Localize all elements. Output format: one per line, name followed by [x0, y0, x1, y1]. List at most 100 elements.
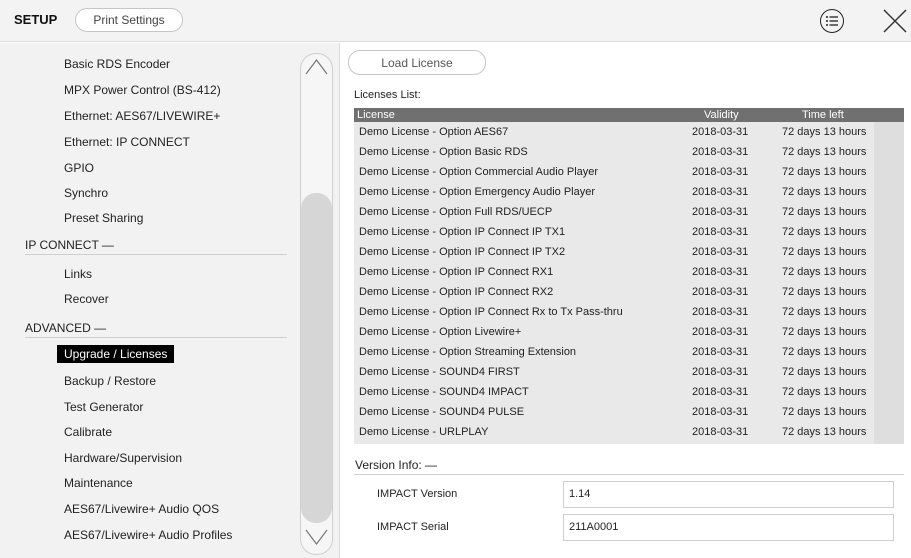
table-row[interactable]: Demo License - Option IP Connect RX1 2018… [354, 263, 904, 282]
license-time-left: 72 days 13 hours [782, 306, 867, 318]
sidebar-item-calibrate[interactable]: Calibrate [64, 425, 112, 439]
license-validity: 2018-03-31 [692, 186, 749, 198]
license-time-left: 72 days 13 hours [782, 226, 867, 238]
sidebar-item-links[interactable]: Links [64, 267, 92, 281]
table-row[interactable]: Demo License - Option Livewire+ 2018-03-3… [354, 323, 904, 342]
sidebar-item-recover[interactable]: Recover [64, 292, 109, 306]
sidebar-item-synchro[interactable]: Synchro [64, 186, 108, 200]
license-validity: 2018-03-31 [692, 226, 749, 238]
sidebar-item-preset-sharing[interactable]: Preset Sharing [64, 211, 143, 225]
sidebar-item-mpx-power-control[interactable]: MPX Power Control (BS-412) [64, 83, 221, 97]
license-name: Demo License - Option Basic RDS [359, 146, 528, 158]
table-row[interactable]: Demo License - SOUND4 PULSE 2018-03-31 72 … [354, 403, 904, 422]
license-time-left: 72 days 13 hours [782, 166, 867, 178]
sidebar-item-aes67-audio-profiles[interactable]: AES67/Livewire+ Audio Profiles [64, 528, 232, 542]
table-row[interactable]: Demo License - SOUND4 IMPACT 2018-03-31 72… [354, 383, 904, 402]
table-row[interactable]: Demo License - Option IP Connect IP TX1 2… [354, 223, 904, 242]
license-validity: 2018-03-31 [692, 206, 749, 218]
sidebar-item-basic-rds-encoder[interactable]: Basic RDS Encoder [64, 57, 170, 71]
sidebar: Basic RDS Encoder MPX Power Control (BS-… [0, 43, 340, 558]
top-bar: SETUP Print Settings [0, 0, 911, 42]
sidebar-scroll-thumb[interactable] [301, 193, 332, 523]
license-time-left: 72 days 13 hours [782, 346, 867, 358]
sidebar-item-maintenance[interactable]: Maintenance [64, 476, 133, 490]
table-row[interactable]: Demo License - Option IP Connect IP TX2 2… [354, 243, 904, 262]
column-header-validity[interactable]: Validity [704, 108, 739, 122]
close-icon[interactable] [882, 8, 908, 34]
table-row[interactable]: Demo License - Option Emergency Audio Pl… [354, 183, 904, 202]
license-validity: 2018-03-31 [692, 286, 749, 298]
column-header-license[interactable]: License [357, 108, 395, 122]
license-time-left: 72 days 13 hours [782, 146, 867, 158]
license-name: Demo License - URLPLAY [359, 426, 489, 438]
license-time-left: 72 days 13 hours [782, 126, 867, 138]
license-name: Demo License - SOUND4 PULSE [359, 406, 525, 418]
table-header: License Validity Time left [354, 108, 904, 122]
column-header-time-left[interactable]: Time left [802, 108, 844, 122]
sidebar-item-ethernet-ip-connect[interactable]: Ethernet: IP CONNECT [64, 135, 190, 149]
license-name: Demo License - Option IP Connect IP TX1 [359, 226, 566, 238]
license-name: Demo License - Option IP Connect Rx to T… [359, 306, 623, 318]
table-row[interactable]: Demo License - Option Basic RDS 2018-03-3… [354, 143, 904, 162]
setup-title: SETUP [14, 12, 58, 27]
license-name: Demo License - Option Livewire+ [359, 326, 522, 338]
license-name: Demo License - Option Streaming Extensio… [359, 346, 577, 358]
license-validity: 2018-03-31 [692, 406, 749, 418]
license-name: Demo License - Option IP Connect RX1 [359, 266, 554, 278]
version-info-label: Version Info: — [355, 458, 438, 472]
sidebar-item-hardware-supervision[interactable]: Hardware/Supervision [64, 451, 182, 465]
table-row[interactable]: Demo License - URLPLAY 2018-03-31 72 days … [354, 423, 904, 442]
licenses-table: License Validity Time left Demo License … [354, 108, 904, 444]
load-license-button[interactable]: Load License [348, 50, 486, 75]
sidebar-item-upgrade-licenses[interactable]: Upgrade / Licenses [57, 345, 175, 363]
impact-version-field[interactable]: 1.14 [563, 481, 894, 508]
table-row[interactable]: Demo License - Option Full RDS/UECP 2018-… [354, 203, 904, 222]
table-row[interactable]: Demo License - Option IP Connect Rx to T… [354, 303, 904, 322]
license-time-left: 72 days 13 hours [782, 386, 867, 398]
license-name: Demo License - Option Full RDS/UECP [359, 206, 553, 218]
license-time-left: 72 days 13 hours [782, 366, 867, 378]
table-row[interactable]: Demo License - Option Streaming Extensio… [354, 343, 904, 362]
license-name: Demo License - Option Emergency Audio Pl… [359, 186, 596, 198]
sidebar-item-test-generator[interactable]: Test Generator [64, 400, 143, 414]
print-settings-button[interactable]: Print Settings [75, 8, 183, 32]
sidebar-item-gpio[interactable]: GPIO [64, 161, 94, 175]
license-time-left: 72 days 13 hours [782, 266, 867, 278]
table-row[interactable]: Demo License - Option AES67 2018-03-31 72 … [354, 123, 904, 142]
license-time-left: 72 days 13 hours [782, 426, 867, 438]
license-time-left: 72 days 13 hours [782, 406, 867, 418]
license-time-left: 72 days 13 hours [782, 186, 867, 198]
license-time-left: 72 days 13 hours [782, 326, 867, 338]
table-row[interactable]: Demo License - SOUND4 FIRST 2018-03-31 72 … [354, 363, 904, 382]
sidebar-item-aes67-audio-qos[interactable]: AES67/Livewire+ Audio QOS [64, 502, 219, 516]
license-name: Demo License - SOUND4 IMPACT [359, 386, 529, 398]
license-name: Demo License - Option IP Connect RX2 [359, 286, 554, 298]
impact-serial-field[interactable]: 211A0001 [563, 514, 894, 541]
license-validity: 2018-03-31 [692, 146, 749, 158]
sidebar-item-ethernet-aes67[interactable]: Ethernet: AES67/LIVEWIRE+ [64, 109, 220, 123]
license-validity: 2018-03-31 [692, 166, 749, 178]
license-name: Demo License - Option Commercial Audio P… [359, 166, 599, 178]
license-validity: 2018-03-31 [692, 246, 749, 258]
impact-serial-label: IMPACT Serial [377, 521, 449, 533]
licenses-list-label: Licenses List: [354, 89, 421, 101]
license-validity: 2018-03-31 [692, 266, 749, 278]
list-icon[interactable] [820, 9, 844, 33]
section-divider [25, 254, 287, 255]
license-validity: 2018-03-31 [692, 346, 749, 358]
sidebar-item-backup-restore[interactable]: Backup / Restore [64, 374, 156, 388]
license-time-left: 72 days 13 hours [782, 286, 867, 298]
section-ip-connect: IP CONNECT — [25, 238, 114, 252]
chevron-up-icon[interactable] [303, 57, 330, 77]
license-name: Demo License - Option AES67 [359, 126, 509, 138]
license-time-left: 72 days 13 hours [782, 246, 867, 258]
section-divider [25, 337, 287, 338]
license-name: Demo License - SOUND4 FIRST [359, 366, 520, 378]
table-row[interactable]: Demo License - Option IP Connect RX2 2018… [354, 283, 904, 302]
license-name: Demo License - Option IP Connect IP TX2 [359, 246, 566, 258]
chevron-down-icon[interactable] [303, 527, 330, 547]
license-validity: 2018-03-31 [692, 126, 749, 138]
license-validity: 2018-03-31 [692, 386, 749, 398]
license-validity: 2018-03-31 [692, 306, 749, 318]
table-row[interactable]: Demo License - Option Commercial Audio P… [354, 163, 904, 182]
